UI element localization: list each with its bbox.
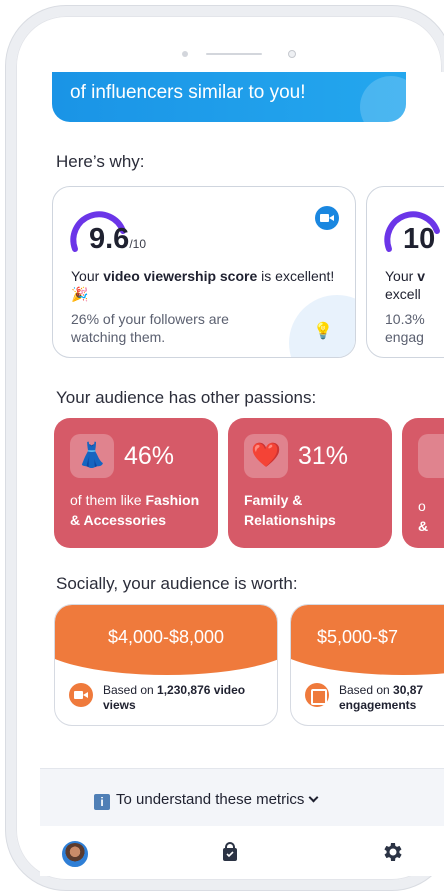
score-card[interactable]: 10 Your v excell 10.3% engag: [366, 186, 444, 358]
sensor-dot: [182, 51, 188, 57]
passion-desc: o &: [418, 498, 429, 534]
dress-icon: 👗: [70, 434, 114, 478]
worth-card[interactable]: $5,000-$7 Based on 30,87 engagements: [290, 604, 444, 726]
gear-icon[interactable]: [380, 840, 404, 864]
passion-percent: 31%: [298, 442, 349, 470]
passion-card[interactable]: 👗 46% of them like Fashion & Accessories: [54, 418, 218, 548]
passion-card[interactable]: ❤️ 31% Family & Relationships: [228, 418, 392, 548]
lightbulb-icon[interactable]: 💡: [313, 321, 333, 341]
passion-desc: Family & Relationships: [244, 492, 336, 528]
metrics-label: To understand these metrics: [116, 791, 305, 808]
heart-icon: ❤️: [244, 434, 288, 478]
worth-basis: Based on 1,230,876 video views: [103, 683, 246, 712]
score-card[interactable]: 9.6/10 Your video viewership score is ex…: [52, 186, 356, 358]
speaker-bar: [206, 53, 262, 55]
worth-amount: $4,000-$8,000: [107, 627, 225, 647]
passion-percent: 46%: [124, 442, 175, 470]
metrics-bar: i To understand these metrics: [40, 768, 444, 826]
metrics-toggle[interactable]: i To understand these metrics: [94, 791, 319, 810]
score-main-text: Your v excell: [385, 268, 425, 302]
screen: of influencers similar to you! Here’s wh…: [40, 72, 444, 826]
why-title: Here’s why:: [56, 152, 145, 171]
passions-title: Your audience has other passions:: [56, 388, 317, 407]
banner-bubble: [360, 76, 406, 122]
score-main-text: Your video viewership score is excellent…: [71, 268, 335, 302]
shopping-bag-icon[interactable]: [220, 842, 240, 862]
tab-bar: [40, 826, 444, 876]
score-value: 10: [403, 223, 436, 255]
video-icon: [69, 683, 93, 707]
passion-card[interactable]: o &: [402, 418, 444, 548]
chevron-down-icon: [308, 792, 319, 803]
avatar[interactable]: [62, 841, 88, 867]
banner: of influencers similar to you!: [52, 72, 406, 122]
score-sub-text: 10.3% engag: [385, 311, 425, 345]
passion-desc: of them like Fashion & Accessories: [70, 492, 200, 528]
score-sub-text: 26% of your followers are watching them.: [71, 311, 229, 345]
info-icon: i: [94, 794, 110, 810]
worth-title: Socially, your audience is worth:: [56, 574, 298, 593]
image-icon: [305, 683, 329, 707]
camera-dot: [288, 50, 296, 58]
worth-card[interactable]: $4,000-$8,000 Based on 1,230,876 video v…: [54, 604, 278, 726]
notch: [182, 50, 302, 58]
video-camera-icon: [315, 206, 339, 230]
worth-amount: $5,000-$7: [317, 627, 399, 647]
score-value: 9.6/10: [89, 223, 147, 255]
passion-icon: [418, 434, 444, 478]
banner-text: of influencers similar to you!: [70, 82, 306, 103]
worth-basis: Based on 30,87 engagements: [339, 683, 424, 712]
